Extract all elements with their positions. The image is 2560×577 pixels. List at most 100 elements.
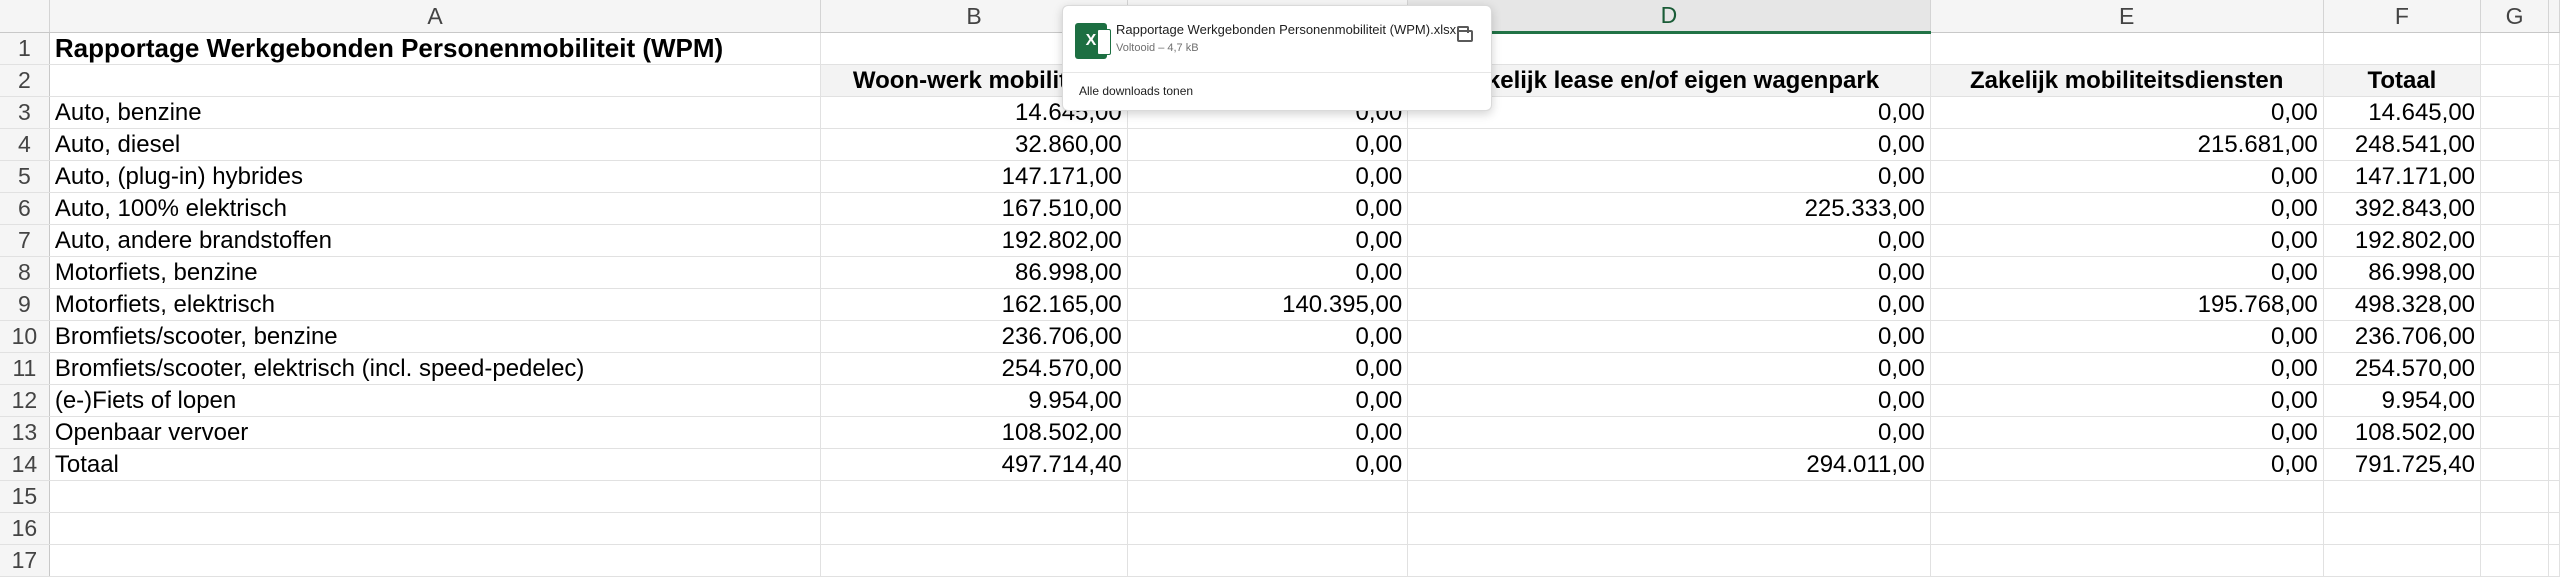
cell-c7[interactable]: 0,00 [1127,224,1409,257]
cell-g8[interactable] [2480,256,2549,289]
row-header[interactable]: 1 [0,32,50,65]
cell-a10[interactable]: Bromfiets/scooter, benzine [49,320,822,353]
cell-e10[interactable]: 0,00 [1930,320,2324,353]
cell-empty[interactable] [2548,96,2560,129]
cell-a7[interactable]: Auto, andere brandstoffen [49,224,822,257]
cell-f13[interactable]: 108.502,00 [2323,416,2482,449]
column-header-a[interactable]: A [49,0,822,33]
cell-g11[interactable] [2480,352,2549,385]
cell-d8[interactable]: 0,00 [1407,256,1931,289]
cell-b16[interactable] [820,512,1128,545]
cell-a15[interactable] [49,480,822,513]
cell-f11[interactable]: 254.570,00 [2323,352,2482,385]
cell-d4[interactable]: 0,00 [1407,128,1931,161]
cell-c13[interactable]: 0,00 [1127,416,1409,449]
cell-e4[interactable]: 215.681,00 [1930,128,2324,161]
cell-c14[interactable]: 0,00 [1127,448,1409,481]
row-header[interactable]: 14 [0,448,50,481]
cell-empty[interactable] [2548,128,2560,161]
cell-f1[interactable] [2323,32,2482,65]
cell-c17[interactable] [1127,544,1409,577]
cell-e16[interactable] [1930,512,2324,545]
cell-g7[interactable] [2480,224,2549,257]
cell-b4[interactable]: 32.860,00 [820,128,1128,161]
cell-g17[interactable] [2480,544,2549,577]
cell-empty[interactable] [2548,224,2560,257]
column-header-f[interactable]: F [2323,0,2482,33]
cell-a17[interactable] [49,544,822,577]
cell-d10[interactable]: 0,00 [1407,320,1931,353]
cell-a5[interactable]: Auto, (plug-in) hybrides [49,160,822,193]
cell-f15[interactable] [2323,480,2482,513]
row-header[interactable]: 11 [0,352,50,385]
cell-g1[interactable] [2480,32,2549,65]
cell-f12[interactable]: 9.954,00 [2323,384,2482,417]
download-filename[interactable]: Rapportage Werkgebonden Personenmobilite… [1116,22,1456,37]
cell-b5[interactable]: 147.171,00 [820,160,1128,193]
cell-g2[interactable] [2480,64,2549,97]
cell-g14[interactable] [2480,448,2549,481]
cell-f9[interactable]: 498.328,00 [2323,288,2482,321]
cell-e15[interactable] [1930,480,2324,513]
cell-b8[interactable]: 86.998,00 [820,256,1128,289]
cell-e6[interactable]: 0,00 [1930,192,2324,225]
cell-f14[interactable]: 791.725,40 [2323,448,2482,481]
cell-f8[interactable]: 86.998,00 [2323,256,2482,289]
cell-e14[interactable]: 0,00 [1930,448,2324,481]
cell-f4[interactable]: 248.541,00 [2323,128,2482,161]
cell-b11[interactable]: 254.570,00 [820,352,1128,385]
column-header-e[interactable]: E [1930,0,2324,33]
row-header[interactable]: 7 [0,224,50,257]
cell-a8[interactable]: Motorfiets, benzine [49,256,822,289]
row-header[interactable]: 3 [0,96,50,129]
cell-empty[interactable] [2548,416,2560,449]
cell-b14[interactable]: 497.714,40 [820,448,1128,481]
row-header[interactable]: 2 [0,64,50,97]
row-header[interactable]: 10 [0,320,50,353]
cell-b9[interactable]: 162.165,00 [820,288,1128,321]
cell-e7[interactable]: 0,00 [1930,224,2324,257]
row-header[interactable]: 8 [0,256,50,289]
cell-a13[interactable]: Openbaar vervoer [49,416,822,449]
cell-a9[interactable]: Motorfiets, elektrisch [49,288,822,321]
cell-empty[interactable] [2548,256,2560,289]
cell-b13[interactable]: 108.502,00 [820,416,1128,449]
cell-b10[interactable]: 236.706,00 [820,320,1128,353]
cell-f7[interactable]: 192.802,00 [2323,224,2482,257]
cell-a14[interactable]: Totaal [49,448,822,481]
row-header[interactable]: 15 [0,480,50,513]
cell-empty[interactable] [2548,160,2560,193]
cell-e5[interactable]: 0,00 [1930,160,2324,193]
cell-empty[interactable] [2548,64,2560,97]
cell-a4[interactable]: Auto, diesel [49,128,822,161]
cell-e11[interactable]: 0,00 [1930,352,2324,385]
cell-g16[interactable] [2480,512,2549,545]
cell-d12[interactable]: 0,00 [1407,384,1931,417]
cell-d6[interactable]: 225.333,00 [1407,192,1931,225]
cell-g15[interactable] [2480,480,2549,513]
row-header[interactable]: 12 [0,384,50,417]
cell-f17[interactable] [2323,544,2482,577]
cell-e13[interactable]: 0,00 [1930,416,2324,449]
cell-b15[interactable] [820,480,1128,513]
cell-c9[interactable]: 140.395,00 [1127,288,1409,321]
cell-c4[interactable]: 0,00 [1127,128,1409,161]
cell-g12[interactable] [2480,384,2549,417]
cell-e12[interactable]: 0,00 [1930,384,2324,417]
cell-f5[interactable]: 147.171,00 [2323,160,2482,193]
cell-c10[interactable]: 0,00 [1127,320,1409,353]
cell-d17[interactable] [1407,544,1931,577]
cell-c12[interactable]: 0,00 [1127,384,1409,417]
cell-d9[interactable]: 0,00 [1407,288,1931,321]
row-header[interactable]: 6 [0,192,50,225]
cell-d16[interactable] [1407,512,1931,545]
cell-a1[interactable]: Rapportage Werkgebonden Personenmobilite… [49,32,822,65]
cell-d14[interactable]: 294.011,00 [1407,448,1931,481]
cell-c15[interactable] [1127,480,1409,513]
cell-g4[interactable] [2480,128,2549,161]
cell-e8[interactable]: 0,00 [1930,256,2324,289]
row-header[interactable]: 9 [0,288,50,321]
cell-g9[interactable] [2480,288,2549,321]
cell-empty[interactable] [2548,384,2560,417]
cell-empty[interactable] [2548,480,2560,513]
